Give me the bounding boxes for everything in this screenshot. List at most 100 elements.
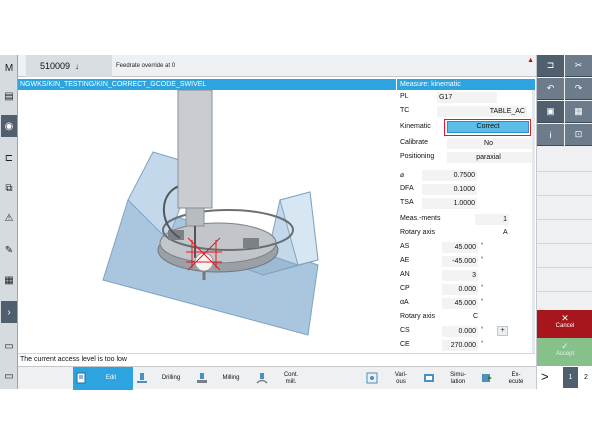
softkey-empty-1[interactable] [537, 148, 592, 172]
graphic-view-icon[interactable]: ▣ [537, 101, 564, 123]
softkey-empty-5[interactable] [537, 244, 592, 268]
edit-softkey[interactable]: Edit [73, 367, 133, 390]
calculator-icon[interactable]: ▦ [565, 101, 592, 123]
kinematic-select[interactable]: Correct [447, 121, 529, 133]
execute-icon [482, 374, 492, 382]
contour-mill-icon [256, 373, 268, 384]
alpha-a-field[interactable]: 45.000 [442, 298, 478, 309]
left-toolbar: M ▤ ◉ ⊏ ⧉ ⚠ ✎ ▦ › ▭ ▭ [0, 55, 18, 389]
various-softkey[interactable]: Vari- ous [363, 367, 418, 390]
tsa-label: TSA [400, 199, 414, 206]
setup-icon[interactable]: ✎ [1, 239, 17, 261]
page-2-button[interactable]: 2 [580, 367, 592, 388]
softkey-empty-3[interactable] [537, 196, 592, 220]
next-page-icon[interactable]: > [541, 369, 549, 384]
calibrate-select[interactable]: No [447, 138, 532, 149]
milling-softkey[interactable]: Milling [193, 367, 253, 390]
cs-label: CS [400, 327, 410, 334]
as-label: AS [400, 243, 410, 250]
expand-right-icon[interactable]: ⊐ [537, 55, 564, 77]
drilling-label: Drilling [161, 375, 181, 381]
redo-icon[interactable]: ↷ [565, 78, 592, 100]
diameter-label: ⌀ [400, 172, 405, 179]
program-selector[interactable]: 510009 ↓ [26, 55, 112, 77]
cp-unit: ° [481, 285, 484, 291]
cs-field[interactable]: 0.000 [442, 326, 478, 337]
an-label: AN [400, 271, 410, 278]
drilling-softkey[interactable]: Drilling [133, 367, 193, 390]
right-softkey-bar: ⊐ ✂ ↶ ↷ ▣ ▦ i ⊡ ✕ Cancel ✓ Accept > 1 2 [536, 55, 592, 389]
tools-icon[interactable]: ✂ [565, 55, 592, 77]
various-icon [366, 372, 378, 384]
edit-label: Edit [105, 375, 117, 381]
tool-offset-icon[interactable]: ⊏ [1, 147, 17, 169]
alarm-icon[interactable]: ⚠ [1, 207, 17, 229]
contour-mill-softkey[interactable]: Cont. mill. [253, 367, 313, 390]
cancel-button[interactable]: ✕ Cancel [537, 310, 592, 338]
accept-label: Accept [555, 351, 575, 357]
info-icon[interactable]: i [537, 124, 564, 146]
accept-button[interactable]: ✓ Accept [537, 338, 592, 366]
cancel-label: Cancel [555, 323, 575, 329]
execute-softkey[interactable]: Ex- ecute [478, 367, 533, 390]
program-icon[interactable]: ◉ [1, 115, 17, 137]
drilling-icon [137, 373, 147, 383]
parameter-icon[interactable]: ▤ [1, 85, 17, 107]
program-manager-icon[interactable]: ⧉ [1, 177, 17, 199]
softkey-empty-6[interactable] [537, 268, 592, 292]
tc-label: TC [400, 107, 410, 114]
positioning-select[interactable]: paraxial [447, 152, 532, 163]
machine-icon[interactable]: M [1, 57, 17, 79]
pl-field[interactable]: G17 [437, 92, 497, 103]
alpha-a-unit: ° [481, 299, 484, 305]
row-alpha-a: αA 45.000 ° [397, 296, 535, 310]
dfa-field[interactable]: 0.1000 [422, 184, 477, 195]
screen-icon[interactable]: ▭ [1, 335, 17, 357]
row-tc: TC TABLE_AC [397, 104, 535, 118]
ae-label: AE [400, 257, 410, 264]
hmi-screen: M ▤ ◉ ⊏ ⧉ ⚠ ✎ ▦ › ▭ ▭ 510009 ↓ Feedrate o… [0, 55, 592, 390]
measurements-field[interactable]: 1 [475, 214, 509, 225]
rotary-axis-c-value: C [473, 313, 479, 320]
rotary-axis-a-value: A [503, 229, 508, 236]
diagnostics-icon[interactable]: ▦ [1, 269, 17, 291]
row-rotary-axis-c: Rotary axis C [397, 310, 535, 324]
row-tsa: TSA 1.0000 [397, 196, 535, 210]
screenshot-icon[interactable]: ⊡ [565, 124, 592, 146]
bottom-softkey-bar: Edit Drilling Milling Cont. mill. Vari- … [18, 366, 536, 390]
softkey-empty-2[interactable] [537, 172, 592, 196]
an-field[interactable]: 3 [442, 270, 478, 281]
pl-label: PL [400, 93, 409, 100]
ae-field[interactable]: -45.000 [442, 256, 478, 267]
simulation-softkey[interactable]: Simu- lation [420, 367, 475, 390]
spindle-body [177, 89, 213, 209]
row-ae: AE -45.000 ° [397, 254, 535, 268]
softkey-empty-4[interactable] [537, 220, 592, 244]
row-cs: CS 0.000 ° + [397, 324, 535, 338]
edit-icon [76, 372, 86, 384]
measurements-label: Meas.-ments [400, 215, 441, 222]
tsa-field[interactable]: 1.0000 [422, 198, 477, 209]
cp-field[interactable]: 0.000 [442, 284, 478, 295]
undo-icon[interactable]: ↶ [537, 78, 564, 100]
as-field[interactable]: 45.000 [442, 242, 478, 253]
ce-label: CE [400, 341, 410, 348]
diameter-field[interactable]: 0.7500 [422, 170, 477, 181]
form-scrollbar[interactable] [532, 90, 535, 353]
tc-field[interactable]: TABLE_AC [437, 106, 527, 117]
ae-unit: ° [481, 257, 484, 263]
page-1-button[interactable]: 1 [563, 367, 578, 388]
execute-label: Ex- ecute [508, 371, 524, 385]
row-calibrate: Calibrate No [397, 136, 535, 150]
expand-icon[interactable]: › [1, 301, 17, 323]
keyboard-icon[interactable]: ▭ [1, 365, 17, 387]
rotary-axis-a-label: Rotary axis [400, 229, 436, 236]
program-path: NGWKS/KIN_TESTING/KIN_CORRECT_GCODE_SWIV… [18, 79, 396, 90]
cs-plus-button[interactable]: + [497, 326, 508, 336]
measure-title: Measure: kinematic [397, 79, 535, 90]
measure-form: PL G17 TC TABLE_AC Kinematic Correct Cal… [397, 90, 535, 353]
rotary-axis-c-label: Rotary axis [400, 313, 436, 320]
row-pl: PL G17 [397, 90, 535, 104]
ce-field[interactable]: 270.000 [442, 340, 478, 351]
page-navigation: > 1 2 [537, 366, 592, 389]
